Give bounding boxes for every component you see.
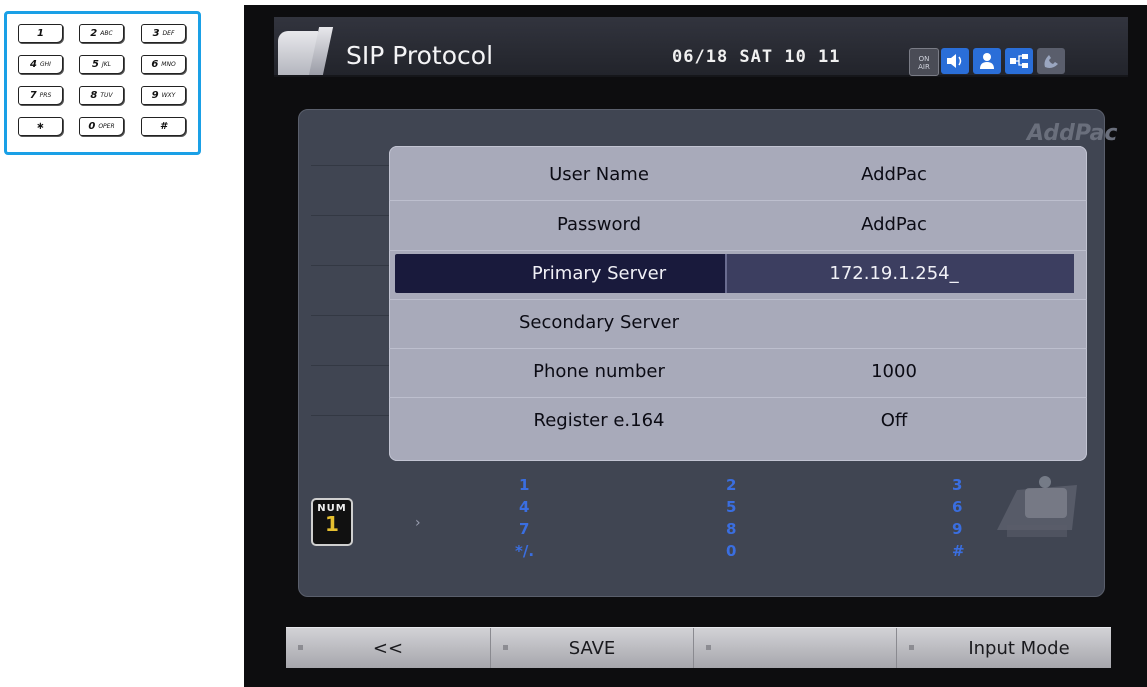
back-button[interactable]: <<: [286, 628, 491, 668]
side-stripes: [311, 165, 391, 465]
key-6[interactable]: 6 MNO: [141, 55, 186, 74]
digit-9: 9: [952, 520, 963, 538]
videophone-icon: [997, 476, 1077, 537]
field-value: Off: [880, 410, 908, 431]
digit-4: 4: [519, 498, 530, 516]
field-value: 1000: [871, 361, 917, 382]
digit-0: 0: [726, 542, 737, 560]
key-3[interactable]: 3 DEF: [141, 24, 186, 43]
divider: [311, 165, 391, 215]
device-screen: SIP Protocol 06/18 SAT 10 11 ON AIR AddPa…: [244, 5, 1147, 687]
title-bar: SIP Protocol 06/18 SAT 10 11 ON AIR: [274, 17, 1128, 77]
digit-symbols: */.: [515, 542, 535, 560]
softkey-marker: [706, 645, 711, 650]
field-value: AddPac: [861, 214, 927, 235]
keypad-legend: 1 2 ABC 3 DEF 4 GHI 5 JKL 6 MNO 7 PRS 8 TUV 9 WX…: [4, 11, 201, 155]
page-title: SIP Protocol: [346, 41, 494, 70]
key-7[interactable]: 7 PRS: [18, 86, 63, 105]
on-air-icon: ON AIR: [909, 48, 939, 76]
speaker-icon[interactable]: [941, 48, 969, 74]
digit-3: 3: [952, 476, 963, 494]
digit-6: 6: [952, 498, 963, 516]
field-label: Register e.164: [533, 410, 665, 431]
row-phone-number[interactable]: Phone number 1000: [389, 348, 1087, 398]
settings-panel: AddPac User Name AddPac Password AddPac …: [298, 109, 1117, 597]
digit-hash: #: [952, 542, 965, 560]
row-primary-server[interactable]: Primary Server 172.19.1.254_: [389, 250, 1087, 300]
digit-7: 7: [519, 520, 530, 538]
divider: [311, 415, 391, 465]
field-label: Secondary Server: [518, 312, 680, 333]
user-icon[interactable]: [973, 48, 1001, 74]
field-label: Primary Server: [531, 263, 667, 284]
digit-2: 2: [726, 476, 737, 494]
softkey-marker: [909, 645, 914, 650]
input-mode-button[interactable]: Input Mode: [897, 628, 1111, 668]
network-icon[interactable]: [1005, 48, 1033, 74]
divider: [311, 365, 391, 415]
digit-1: 1: [519, 476, 530, 494]
divider: [311, 265, 391, 315]
row-secondary-server[interactable]: Secondary Server: [389, 299, 1087, 349]
date-time: 06/18 SAT 10 11: [672, 47, 841, 67]
digit-5: 5: [726, 498, 737, 516]
row-password[interactable]: Password AddPac: [389, 201, 1087, 251]
key-5[interactable]: 5 JKL: [79, 55, 124, 74]
digit-8: 8: [726, 520, 737, 538]
field-value[interactable]: 172.19.1.254_: [739, 263, 1049, 284]
key-0[interactable]: 0 OPER: [79, 117, 124, 136]
field-label: Password: [556, 214, 642, 235]
brand-logo: AddPac: [1027, 121, 1118, 146]
handset-icon[interactable]: [1037, 48, 1065, 74]
key-4[interactable]: 4 GHI: [18, 55, 63, 74]
chevron-right-icon: ›: [415, 515, 421, 531]
softkey-bar: << SAVE Input Mode: [286, 627, 1111, 668]
field-value: AddPac: [861, 164, 927, 185]
key-9[interactable]: 9 WXY: [141, 86, 186, 105]
divider: [311, 315, 391, 365]
key-2[interactable]: 2 ABC: [79, 24, 124, 43]
field-label: Phone number: [533, 361, 665, 382]
row-register-e164[interactable]: Register e.164 Off: [389, 397, 1087, 446]
key-star[interactable]: ∗: [18, 117, 63, 136]
field-label: User Name: [549, 164, 649, 185]
key-8[interactable]: 8 TUV: [79, 86, 124, 105]
key-hash[interactable]: #: [141, 117, 186, 136]
divider: [311, 215, 391, 265]
key-1[interactable]: 1: [18, 24, 63, 43]
empty-softkey[interactable]: [694, 628, 897, 668]
sip-settings-form: User Name AddPac Password AddPac Primary…: [389, 146, 1087, 461]
input-mode-indicator: NUM 1: [311, 498, 353, 546]
row-user-name[interactable]: User Name AddPac: [389, 151, 1087, 201]
svg-text:AIR: AIR: [918, 63, 930, 71]
save-button[interactable]: SAVE: [491, 628, 694, 668]
svg-text:ON: ON: [919, 55, 930, 63]
